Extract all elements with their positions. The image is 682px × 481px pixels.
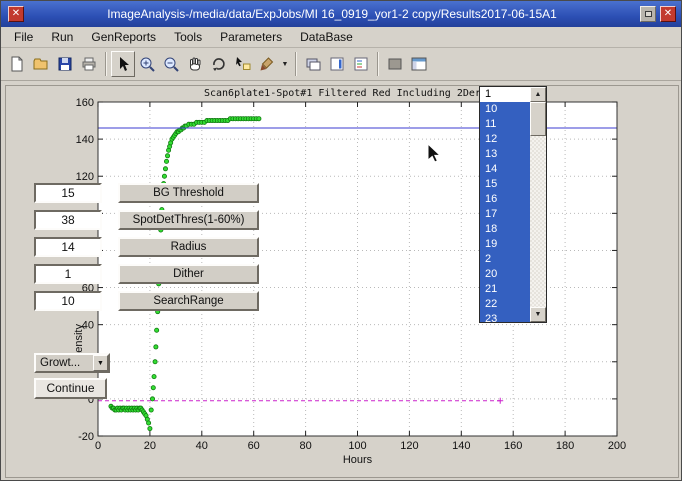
svg-text:60: 60 bbox=[248, 440, 260, 452]
menu-database[interactable]: DataBase bbox=[291, 27, 362, 47]
svg-text:-20: -20 bbox=[78, 431, 94, 443]
data-cursor-icon[interactable] bbox=[231, 51, 255, 77]
toolbar-separator bbox=[105, 52, 107, 76]
title-bar[interactable]: ✕ ImageAnalysis-/media/data/ExpJobs/MI 1… bbox=[1, 1, 682, 27]
dither-field[interactable] bbox=[34, 264, 102, 284]
svg-text:Hours: Hours bbox=[343, 454, 373, 466]
brush-icon[interactable] bbox=[255, 51, 279, 77]
svg-text:120: 120 bbox=[400, 440, 418, 452]
svg-text:160: 160 bbox=[504, 440, 522, 452]
listbox-item[interactable]: 15 bbox=[480, 177, 530, 192]
menu-genreports[interactable]: GenReports bbox=[82, 27, 165, 47]
rotate-3d-icon[interactable] bbox=[207, 51, 231, 77]
dither-button[interactable]: Dither bbox=[118, 264, 259, 284]
select-arrow-icon[interactable] bbox=[111, 51, 135, 77]
listbox-item[interactable]: 19 bbox=[480, 237, 530, 252]
listbox-item[interactable]: 14 bbox=[480, 162, 530, 177]
svg-text:0: 0 bbox=[95, 440, 101, 452]
listbox-item[interactable]: 2 bbox=[480, 252, 530, 267]
listbox-item[interactable]: 17 bbox=[480, 207, 530, 222]
svg-text:40: 40 bbox=[196, 440, 208, 452]
app-window: ✕ ImageAnalysis-/media/data/ExpJobs/MI 1… bbox=[0, 0, 682, 481]
maximize-glyph bbox=[645, 11, 652, 17]
svg-text:20: 20 bbox=[144, 440, 156, 452]
chevron-down-icon: ▼ bbox=[93, 355, 108, 371]
open-folder-icon[interactable] bbox=[29, 51, 53, 77]
listbox-item[interactable]: 16 bbox=[480, 192, 530, 207]
save-icon[interactable] bbox=[53, 51, 77, 77]
insert-legend-icon[interactable] bbox=[349, 51, 373, 77]
menu-bar: File Run GenReports Tools Parameters Dat… bbox=[1, 27, 682, 48]
searchrange-button[interactable]: SearchRange bbox=[118, 291, 259, 311]
svg-text:100: 100 bbox=[348, 440, 366, 452]
pan-hand-icon[interactable] bbox=[183, 51, 207, 77]
listbox-item[interactable]: 13 bbox=[480, 147, 530, 162]
listbox-item[interactable]: 20 bbox=[480, 267, 530, 282]
new-document-icon[interactable] bbox=[5, 51, 29, 77]
listbox-item[interactable]: 1 bbox=[480, 87, 530, 102]
spot-listbox-items: 110111213141516171819220212223 bbox=[480, 87, 530, 322]
growth-popup-label: Growt... bbox=[36, 357, 93, 369]
listbox-item[interactable]: 11 bbox=[480, 117, 530, 132]
close-icon[interactable]: ✕ bbox=[660, 6, 676, 22]
svg-text:80: 80 bbox=[299, 440, 311, 452]
scrollbar-thumb[interactable] bbox=[530, 102, 546, 136]
scroll-down-icon[interactable]: ▼ bbox=[530, 307, 546, 322]
growth-popup-menu[interactable]: Growt... ▼ bbox=[34, 353, 110, 373]
brush-dropdown-icon[interactable]: ▼ bbox=[279, 51, 291, 77]
toolbar-separator bbox=[377, 52, 379, 76]
svg-text:160: 160 bbox=[76, 97, 94, 109]
hide-plot-tools-icon[interactable] bbox=[383, 51, 407, 77]
spot-listbox-scrollbar[interactable]: ▲ ▼ bbox=[530, 87, 546, 322]
listbox-item[interactable]: 23 bbox=[480, 312, 530, 322]
copy-figure-icon[interactable] bbox=[301, 51, 325, 77]
continue-button[interactable]: Continue bbox=[34, 378, 107, 399]
svg-text:180: 180 bbox=[556, 440, 574, 452]
window-menu-icon[interactable]: ✕ bbox=[8, 6, 24, 22]
print-icon[interactable] bbox=[77, 51, 101, 77]
searchrange-field[interactable] bbox=[34, 291, 102, 311]
svg-text:140: 140 bbox=[76, 134, 94, 146]
listbox-item[interactable]: 10 bbox=[480, 102, 530, 117]
menu-tools[interactable]: Tools bbox=[165, 27, 211, 47]
spot-listbox[interactable]: 110111213141516171819220212223 ▲ ▼ bbox=[479, 86, 547, 323]
menu-file[interactable]: File bbox=[5, 27, 42, 47]
scrollbar-track[interactable] bbox=[530, 102, 546, 307]
insert-colorbar-icon[interactable] bbox=[325, 51, 349, 77]
listbox-item[interactable]: 18 bbox=[480, 222, 530, 237]
listbox-item[interactable]: 12 bbox=[480, 132, 530, 147]
maximize-icon[interactable] bbox=[640, 6, 656, 22]
svg-text:140: 140 bbox=[452, 440, 470, 452]
svg-text:120: 120 bbox=[76, 171, 94, 183]
spotdetthres-field[interactable] bbox=[34, 210, 102, 230]
radius-field[interactable] bbox=[34, 237, 102, 257]
listbox-item[interactable]: 21 bbox=[480, 282, 530, 297]
menu-parameters[interactable]: Parameters bbox=[211, 27, 291, 47]
bg-threshold-field[interactable] bbox=[34, 183, 102, 203]
mouse-cursor bbox=[427, 143, 443, 165]
scroll-up-icon[interactable]: ▲ bbox=[530, 87, 546, 102]
zoom-in-icon[interactable] bbox=[135, 51, 159, 77]
listbox-item[interactable]: 22 bbox=[480, 297, 530, 312]
bg-threshold-button[interactable]: BG Threshold bbox=[118, 183, 259, 203]
toolbar-separator bbox=[295, 52, 297, 76]
show-plot-tools-icon[interactable] bbox=[407, 51, 431, 77]
zoom-out-icon[interactable] bbox=[159, 51, 183, 77]
radius-button[interactable]: Radius bbox=[118, 237, 259, 257]
svg-text:200: 200 bbox=[608, 440, 626, 452]
window-title: ImageAnalysis-/media/data/ExpJobs/MI 16_… bbox=[26, 7, 638, 21]
menu-run[interactable]: Run bbox=[42, 27, 82, 47]
toolbar: ▼ bbox=[1, 48, 682, 81]
spotdetthres-button[interactable]: SpotDetThres(1-60%) bbox=[118, 210, 259, 230]
